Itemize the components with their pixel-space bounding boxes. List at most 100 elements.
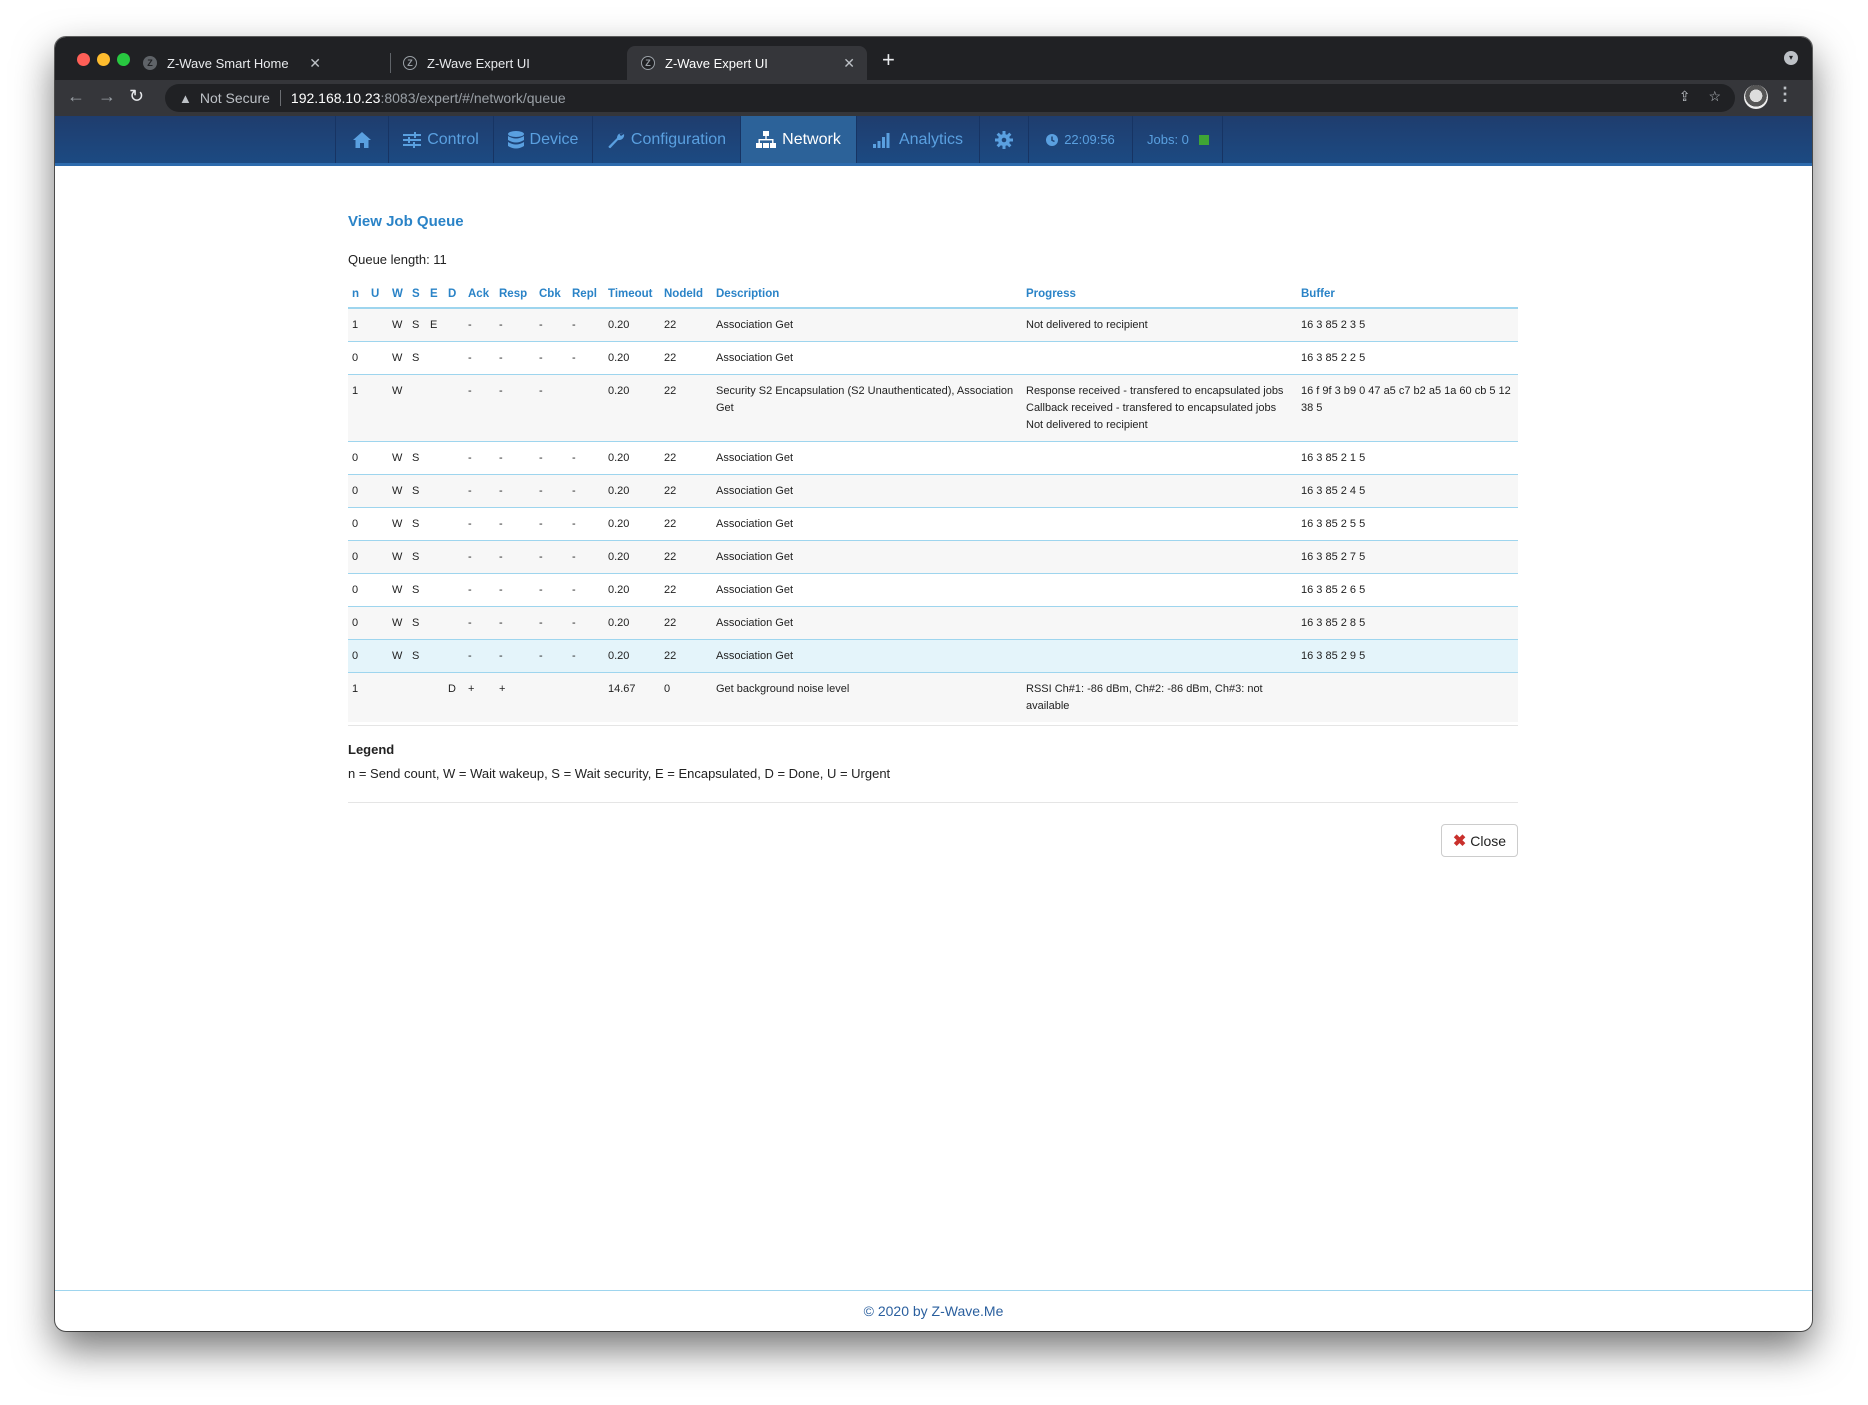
app-navbar: Control Device Configuration Network Ana… [55, 116, 1812, 166]
nav-device[interactable]: Device [493, 116, 592, 163]
cell-d [444, 507, 464, 541]
nav-analytics[interactable]: Analytics [856, 116, 979, 163]
tab-title: Z-Wave Smart Home [167, 55, 289, 71]
legend-text: n = Send count, W = Wait wakeup, S = Wai… [348, 766, 891, 781]
cell-s: S [408, 507, 426, 541]
cell-resp: - [495, 374, 535, 442]
nav-label: Configuration [630, 130, 727, 148]
cell-resp: - [495, 308, 535, 342]
cell-d [444, 540, 464, 574]
cell-resp: - [495, 606, 535, 640]
cell-n: 0 [348, 441, 367, 475]
cell-d [444, 374, 464, 442]
cell-d: D [448, 683, 456, 695]
cell-progress [1022, 639, 1297, 673]
forward-arrow-icon[interactable]: → [98, 86, 116, 107]
cell-timeout: 0.20 [604, 540, 660, 574]
back-arrow-icon[interactable]: ← [67, 86, 85, 107]
tab-search-icon[interactable]: ▾ [1784, 51, 1798, 65]
cell-cbk: - [535, 308, 568, 342]
close-tab-icon[interactable]: ✕ [843, 55, 855, 72]
cell-u [367, 507, 388, 541]
cell-nodeid: 22 [660, 540, 712, 574]
browser-window: Z Z-Wave Smart Home ✕ Z Z-Wave Expert UI… [55, 37, 1812, 1331]
cell-ack: - [464, 374, 495, 442]
nav-configuration[interactable]: Configuration [592, 116, 740, 163]
cell-nodeid: 22 [660, 341, 712, 375]
cell-n: 0 [348, 474, 367, 508]
cell-n: 1 [352, 683, 359, 695]
cell-cbk: - [535, 341, 568, 375]
cell-s: S [408, 308, 426, 342]
cell-description: Association Get [712, 639, 1022, 673]
cell-timeout: 0.20 [604, 441, 660, 475]
profile-avatar[interactable] [1744, 85, 1768, 109]
cell-u [367, 673, 388, 723]
cell-timeout: 0.20 [604, 374, 660, 442]
cell-buffer: 16 3 85 2 7 5 [1297, 540, 1518, 574]
cell-w: W [388, 474, 408, 508]
column-header-nodeid: NodeId [660, 283, 712, 309]
nav-home[interactable] [335, 116, 388, 163]
new-tab-button[interactable]: + [882, 47, 895, 73]
cell-d [444, 308, 464, 342]
address-bar[interactable]: ▲ Not Secure 192.168.10.23:8083/expert/#… [165, 84, 1735, 112]
browser-tab-3-active[interactable]: Z Z-Wave Expert UI ✕ [627, 46, 867, 80]
table-row: 1 D + +14.67 0 Get background noise level RSSI… [348, 672, 1518, 723]
cell-cbk [535, 673, 568, 723]
zwave-favicon-icon: Z [143, 56, 157, 70]
close-button[interactable]: ✖ Close [1441, 824, 1518, 857]
table-header-row: n U W S E D Ack Resp Cbk Repl Timeout NodeId Descrip… [348, 283, 1518, 309]
clock-time: 22:09:56 [1064, 132, 1115, 147]
database-icon [507, 130, 524, 149]
nav-label: Analytics [898, 130, 964, 148]
bookmark-star-icon[interactable]: ☆ [1708, 88, 1721, 105]
browser-menu-icon[interactable]: ⋮ [1776, 84, 1794, 105]
cell-buffer: 16 f 9f 3 b9 0 47 a5 c7 b2 a5 1a 60 cb 5… [1297, 374, 1518, 442]
column-header-buffer: Buffer [1297, 283, 1518, 309]
cell-d [444, 441, 464, 475]
cell-u [367, 441, 388, 475]
tab-title: Z-Wave Expert UI [665, 55, 768, 71]
wrench-icon [607, 131, 625, 149]
cell-description: Association Get [712, 540, 1022, 574]
nav-control[interactable]: Control [388, 116, 493, 163]
cell-description: Association Get [712, 573, 1022, 607]
reload-icon[interactable]: ↻ [129, 86, 144, 107]
cell-w: W [388, 606, 408, 640]
cell-description: Association Get [712, 441, 1022, 475]
close-tab-icon[interactable]: ✕ [309, 55, 321, 72]
share-icon[interactable]: ⇪ [1679, 88, 1691, 105]
cell-s: S [408, 540, 426, 574]
window-zoom-button[interactable] [117, 53, 130, 66]
table-row: 0 W S - - - -0.20 22 Association Get 16 3 85 2 4 … [348, 474, 1518, 508]
cell-cbk: - [535, 606, 568, 640]
cell-buffer: 16 3 85 2 8 5 [1297, 606, 1518, 640]
cell-description: Association Get [712, 308, 1022, 342]
nav-network[interactable]: Network [740, 116, 856, 163]
cell-u [367, 540, 388, 574]
table-row: 0 W S - - - -0.20 22 Association Get 16 3 85 2 8 … [348, 606, 1518, 640]
table-row: 0 W S - - - -0.20 22 Association Get 16 3 85 2 7 … [348, 540, 1518, 574]
column-header-repl: Repl [568, 283, 604, 309]
cell-description: Get background noise level [716, 683, 850, 695]
browser-tab-1[interactable]: Z Z-Wave Smart Home ✕ [143, 46, 333, 80]
cell-nodeid: 22 [660, 639, 712, 673]
cell-repl: - [568, 540, 604, 574]
window-close-button[interactable] [77, 53, 90, 66]
cell-n: 0 [348, 507, 367, 541]
cell-nodeid: 22 [660, 441, 712, 475]
cell-description: Association Get [712, 606, 1022, 640]
nav-settings[interactable] [979, 116, 1028, 163]
tab-title: Z-Wave Expert UI [427, 55, 530, 71]
sliders-icon [403, 131, 422, 148]
cell-nodeid: 22 [660, 507, 712, 541]
cell-n: 1 [348, 308, 367, 342]
window-minimize-button[interactable] [97, 53, 110, 66]
cell-n: 0 [348, 341, 367, 375]
cell-progress [1022, 573, 1297, 607]
cell-ack: - [464, 540, 495, 574]
column-header-d: D [444, 283, 464, 309]
nav-jobs[interactable]: Jobs: 0 [1132, 116, 1222, 163]
cell-u [367, 606, 388, 640]
